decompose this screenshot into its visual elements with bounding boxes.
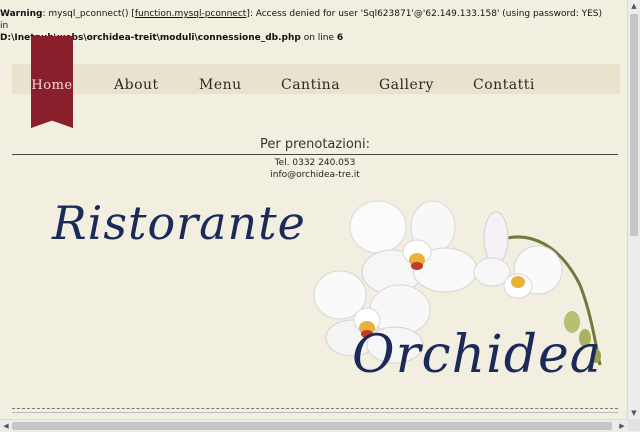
- scrollbar-corner: [628, 419, 640, 431]
- nav-item-about[interactable]: About: [114, 77, 159, 93]
- reservations-phone: Tel. 0332 240.053: [274, 158, 356, 168]
- footer-divider: [12, 412, 618, 413]
- warning-pre-link: : mysql_pconnect() [: [42, 9, 135, 19]
- php-warning-message: Warning: mysql_pconnect() [function.mysq…: [0, 8, 612, 44]
- header-divider: [12, 154, 618, 155]
- nav-item-home-label: Home: [31, 78, 73, 93]
- scroll-down-icon[interactable]: ▼: [628, 407, 640, 419]
- warning-line-number: 6: [336, 33, 344, 43]
- reservations-title: Per prenotazioni:: [259, 137, 371, 152]
- warning-on-line: on line: [300, 33, 337, 43]
- nav-item-home[interactable]: Home: [31, 36, 73, 128]
- nav-item-cantina[interactable]: Cantina: [281, 77, 340, 93]
- nav-item-contatti[interactable]: Contatti: [473, 77, 535, 93]
- scroll-left-icon[interactable]: ◀: [0, 420, 12, 432]
- scroll-right-icon[interactable]: ▶: [616, 420, 628, 432]
- logo-orchidea-text: Orchidea: [352, 325, 602, 385]
- vertical-scroll-thumb[interactable]: [630, 14, 638, 236]
- horizontal-scroll-thumb[interactable]: [12, 422, 612, 430]
- vertical-scrollbar[interactable]: ▲ ▼: [627, 0, 640, 419]
- warning-function-link[interactable]: function.mysql-pconnect: [135, 9, 246, 19]
- warning-label: Warning: [0, 9, 43, 19]
- scroll-up-icon[interactable]: ▲: [628, 0, 640, 12]
- horizontal-scrollbar[interactable]: ◀ ▶: [0, 419, 628, 432]
- nav-item-gallery[interactable]: Gallery: [379, 77, 434, 93]
- reservations-email[interactable]: info@orchidea-tre.it: [0, 170, 630, 180]
- footer-divider-dashed: [12, 408, 618, 409]
- logo-ristorante-text: Ristorante: [52, 196, 306, 250]
- nav-item-menu[interactable]: Menu: [199, 77, 242, 93]
